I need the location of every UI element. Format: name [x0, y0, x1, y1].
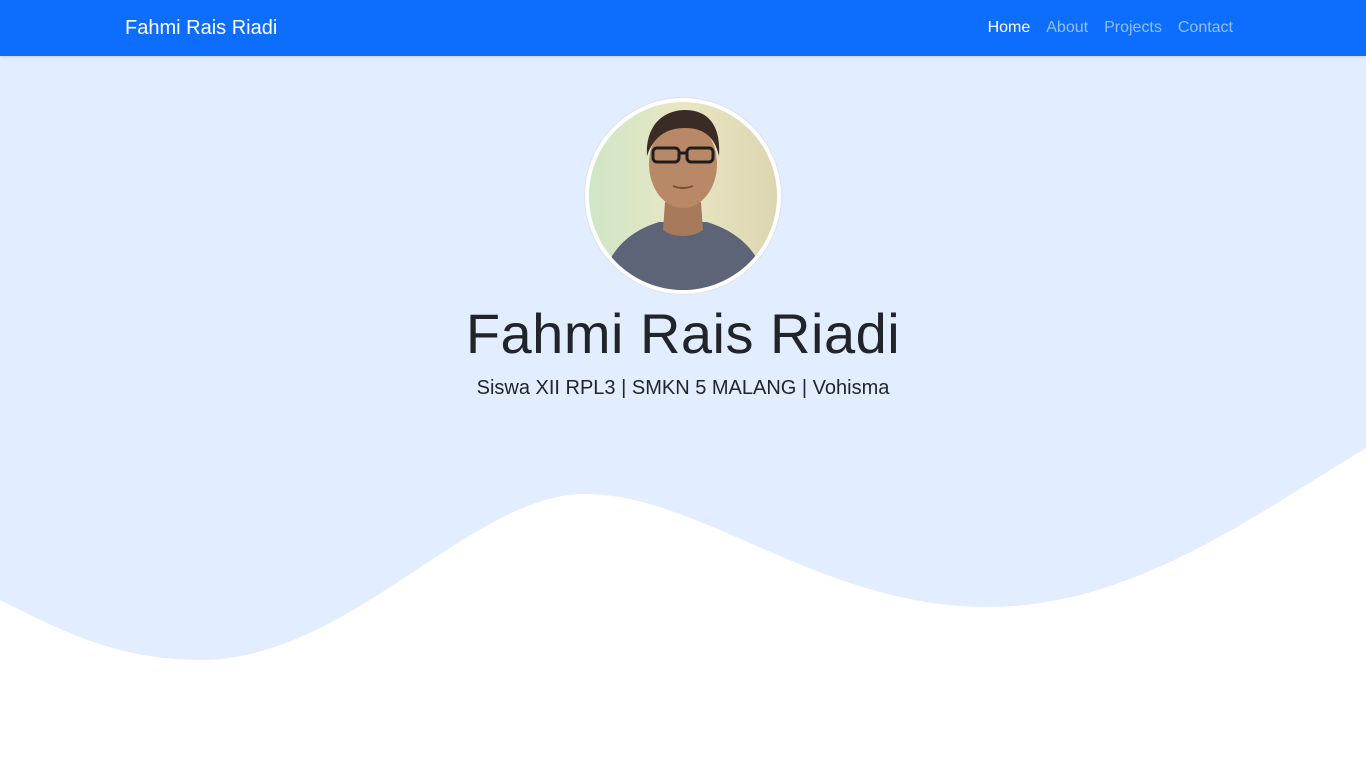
navbar: Fahmi Rais Riadi Home About Projects Con… — [0, 0, 1366, 56]
hero-subtitle: Siswa XII RPL3 | SMKN 5 MALANG | Vohisma — [476, 377, 890, 399]
nav-link-contact[interactable]: Contact — [1178, 19, 1233, 36]
nav-link-projects[interactable]: Projects — [1104, 19, 1162, 36]
navbar-brand[interactable]: Fahmi Rais Riadi — [125, 15, 277, 41]
nav-link-about[interactable]: About — [1046, 19, 1088, 36]
nav-links: Home About Projects Contact — [988, 18, 1233, 38]
hero-name: Fahmi Rais Riadi — [465, 302, 901, 365]
profile-photo — [584, 97, 782, 295]
profile-photo-image — [589, 102, 777, 290]
nav-link-home[interactable]: Home — [988, 19, 1031, 36]
hero-section: Fahmi Rais Riadi Siswa XII RPL3 | SMKN 5… — [0, 56, 1366, 769]
